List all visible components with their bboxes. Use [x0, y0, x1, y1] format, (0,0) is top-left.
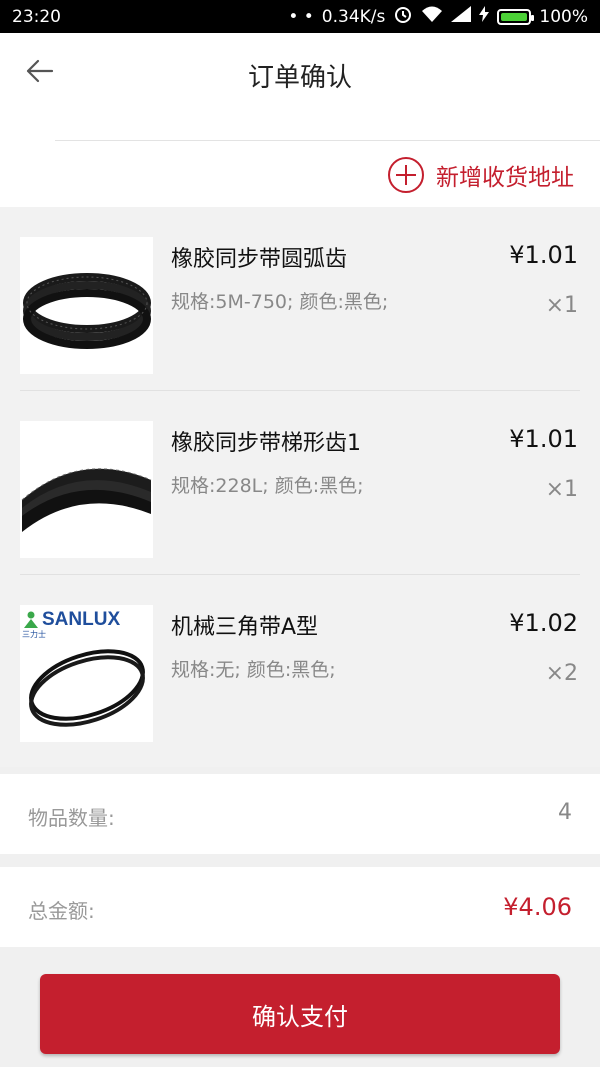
order-item-list: 橡胶同步带圆弧齿 规格:5M-750; 颜色:黑色; ¥1.01 ×1 橡胶同步… [0, 207, 600, 767]
charging-icon [479, 6, 490, 27]
item-quantity: ×1 [545, 293, 578, 318]
item-price: ¥1.02 [509, 609, 578, 637]
total-amount-value: ¥4.06 [503, 893, 572, 921]
item-price: ¥1.01 [509, 241, 578, 269]
address-bar: 新增收货地址 [0, 141, 600, 207]
brand-text: SANLUX [42, 609, 121, 630]
total-amount-label: 总金额: [28, 899, 95, 923]
status-bar: 23:20 • • 0.34K/s 100% [0, 0, 600, 33]
item-name: 橡胶同步带梯形齿1 [171, 431, 361, 456]
status-time: 23:20 [12, 6, 61, 27]
add-address-label: 新增收货地址 [436, 165, 574, 191]
item-name: 机械三角带A型 [171, 615, 319, 640]
item-spec: 规格:5M-750; 颜色:黑色; [171, 291, 389, 313]
item-spec: 规格:无; 颜色:黑色; [171, 659, 336, 681]
app-header: 订单确认 [0, 33, 600, 141]
status-icons: • • 0.34K/s 100% [288, 4, 588, 29]
timing-belt-round-tooth-image [20, 237, 153, 374]
order-item[interactable]: SANLUX 三力士 机械三角带A型 规格:无; 颜色:黑色; ¥1.02 ×2 [0, 575, 600, 759]
wifi-icon [421, 5, 443, 28]
item-count-value: 4 [558, 800, 572, 825]
sanlux-logo: SANLUX [22, 609, 120, 631]
item-name: 橡胶同步带圆弧齿 [171, 247, 348, 272]
notification-dots: • • [288, 6, 314, 27]
order-item[interactable]: 橡胶同步带圆弧齿 规格:5M-750; 颜色:黑色; ¥1.01 ×1 [0, 207, 600, 391]
v-belt-image: SANLUX 三力士 [20, 605, 153, 742]
item-quantity: ×2 [545, 661, 578, 686]
item-count-row: 物品数量: 4 [0, 774, 600, 854]
sanlux-logo-icon [24, 611, 38, 628]
plus-circle-icon [388, 157, 424, 193]
timing-belt-trapezoid-tooth-image [20, 421, 153, 558]
battery-icon [497, 8, 535, 25]
add-address-button[interactable]: 新增收货地址 [388, 157, 574, 193]
network-speed: 0.34K/s [321, 6, 386, 27]
item-spec: 规格:228L; 颜色:黑色; [171, 475, 364, 497]
total-amount-row: 总金额: ¥4.06 [0, 867, 600, 947]
alarm-icon [393, 4, 413, 29]
item-count-label: 物品数量: [28, 806, 115, 830]
order-item[interactable]: 橡胶同步带梯形齿1 规格:228L; 颜色:黑色; ¥1.01 ×1 [0, 391, 600, 575]
item-price: ¥1.01 [509, 425, 578, 453]
confirm-pay-button[interactable]: 确认支付 [40, 974, 560, 1054]
item-quantity: ×1 [545, 477, 578, 502]
signal-icon [451, 6, 472, 27]
battery-level: 100% [539, 6, 588, 27]
page-title: 订单确认 [247, 63, 352, 93]
